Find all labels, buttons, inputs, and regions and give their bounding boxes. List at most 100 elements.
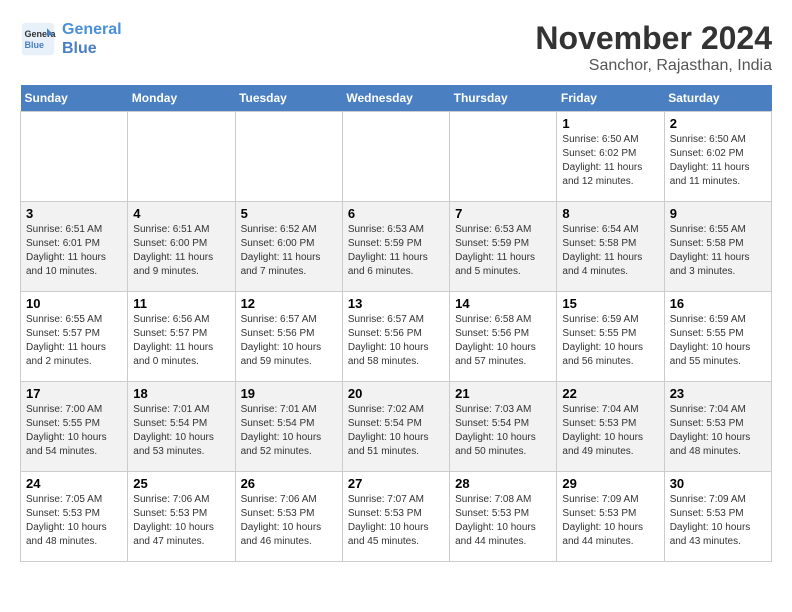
svg-text:Blue: Blue	[25, 40, 45, 50]
weekday-header-saturday: Saturday	[664, 85, 771, 112]
day-number: 30	[670, 476, 766, 491]
logo: General Blue GeneralBlue	[20, 20, 122, 58]
week-row-4: 17 Sunrise: 7:00 AMSunset: 5:55 PMDayligh…	[21, 382, 772, 472]
calendar-table: SundayMondayTuesdayWednesdayThursdayFrid…	[20, 85, 772, 562]
month-title: November 2024	[535, 20, 772, 57]
day-info: Sunrise: 7:09 AMSunset: 5:53 PMDaylight:…	[562, 493, 658, 549]
day-cell: 23 Sunrise: 7:04 AMSunset: 5:53 PMDayligh…	[664, 382, 771, 472]
day-number: 1	[562, 116, 658, 131]
day-number: 27	[348, 476, 444, 491]
day-number: 10	[26, 296, 122, 311]
day-number: 14	[455, 296, 551, 311]
day-number: 23	[670, 386, 766, 401]
day-info: Sunrise: 7:01 AMSunset: 5:54 PMDaylight:…	[241, 403, 337, 459]
day-cell	[128, 112, 235, 202]
weekday-header-thursday: Thursday	[450, 85, 557, 112]
day-cell: 3Sunrise: 6:51 AMSunset: 6:01 PMDaylight…	[21, 202, 128, 292]
day-info: Sunrise: 6:59 AMSunset: 5:55 PMDaylight:…	[670, 313, 766, 369]
page-header: General Blue GeneralBlue November 2024 S…	[20, 20, 772, 75]
day-number: 17	[26, 386, 122, 401]
title-section: November 2024 Sanchor, Rajasthan, India	[535, 20, 772, 75]
day-cell	[235, 112, 342, 202]
day-info: Sunrise: 7:06 AMSunset: 5:53 PMDaylight:…	[133, 493, 229, 549]
day-number: 7	[455, 206, 551, 221]
weekday-header-tuesday: Tuesday	[235, 85, 342, 112]
day-number: 6	[348, 206, 444, 221]
day-info: Sunrise: 6:52 AMSunset: 6:00 PMDaylight:…	[241, 223, 337, 279]
week-row-2: 3Sunrise: 6:51 AMSunset: 6:01 PMDaylight…	[21, 202, 772, 292]
day-cell	[342, 112, 449, 202]
day-info: Sunrise: 6:51 AMSunset: 6:00 PMDaylight:…	[133, 223, 229, 279]
day-info: Sunrise: 6:57 AMSunset: 5:56 PMDaylight:…	[348, 313, 444, 369]
day-info: Sunrise: 7:00 AMSunset: 5:55 PMDaylight:…	[26, 403, 122, 459]
day-cell: 12 Sunrise: 6:57 AMSunset: 5:56 PMDayligh…	[235, 292, 342, 382]
day-cell: 21 Sunrise: 7:03 AMSunset: 5:54 PMDayligh…	[450, 382, 557, 472]
day-number: 25	[133, 476, 229, 491]
day-cell: 7Sunrise: 6:53 AMSunset: 5:59 PMDaylight…	[450, 202, 557, 292]
weekday-header-sunday: Sunday	[21, 85, 128, 112]
day-number: 16	[670, 296, 766, 311]
day-cell: 19 Sunrise: 7:01 AMSunset: 5:54 PMDayligh…	[235, 382, 342, 472]
day-number: 26	[241, 476, 337, 491]
day-cell: 4Sunrise: 6:51 AMSunset: 6:00 PMDaylight…	[128, 202, 235, 292]
day-info: Sunrise: 6:50 AMSunset: 6:02 PMDaylight:…	[670, 133, 766, 189]
day-info: Sunrise: 7:05 AMSunset: 5:53 PMDaylight:…	[26, 493, 122, 549]
location-subtitle: Sanchor, Rajasthan, India	[535, 57, 772, 75]
day-cell: 26 Sunrise: 7:06 AMSunset: 5:53 PMDayligh…	[235, 472, 342, 562]
logo-text: GeneralBlue	[62, 20, 122, 58]
day-number: 20	[348, 386, 444, 401]
week-row-3: 10 Sunrise: 6:55 AMSunset: 5:57 PMDayligh…	[21, 292, 772, 382]
day-number: 9	[670, 206, 766, 221]
day-info: Sunrise: 7:02 AMSunset: 5:54 PMDaylight:…	[348, 403, 444, 459]
day-info: Sunrise: 6:58 AMSunset: 5:56 PMDaylight:…	[455, 313, 551, 369]
day-cell: 22Sunrise: 7:04 AMSunset: 5:53 PMDayligh…	[557, 382, 664, 472]
day-cell: 17 Sunrise: 7:00 AMSunset: 5:55 PMDayligh…	[21, 382, 128, 472]
logo-icon: General Blue	[20, 21, 56, 57]
day-info: Sunrise: 7:07 AMSunset: 5:53 PMDaylight:…	[348, 493, 444, 549]
day-cell: 11Sunrise: 6:56 AMSunset: 5:57 PMDayligh…	[128, 292, 235, 382]
day-number: 22	[562, 386, 658, 401]
day-info: Sunrise: 7:03 AMSunset: 5:54 PMDaylight:…	[455, 403, 551, 459]
day-info: Sunrise: 6:55 AMSunset: 5:58 PMDaylight:…	[670, 223, 766, 279]
day-cell: 10 Sunrise: 6:55 AMSunset: 5:57 PMDayligh…	[21, 292, 128, 382]
day-number: 13	[348, 296, 444, 311]
week-row-1: 1 Sunrise: 6:50 AMSunset: 6:02 PMDaylight…	[21, 112, 772, 202]
day-info: Sunrise: 7:04 AMSunset: 5:53 PMDaylight:…	[670, 403, 766, 459]
day-number: 12	[241, 296, 337, 311]
day-number: 2	[670, 116, 766, 131]
day-info: Sunrise: 6:50 AMSunset: 6:02 PMDaylight:…	[562, 133, 658, 189]
day-number: 15	[562, 296, 658, 311]
day-info: Sunrise: 6:57 AMSunset: 5:56 PMDaylight:…	[241, 313, 337, 369]
day-cell: 20 Sunrise: 7:02 AMSunset: 5:54 PMDayligh…	[342, 382, 449, 472]
weekday-header-monday: Monday	[128, 85, 235, 112]
day-info: Sunrise: 7:06 AMSunset: 5:53 PMDaylight:…	[241, 493, 337, 549]
day-info: Sunrise: 6:56 AMSunset: 5:57 PMDaylight:…	[133, 313, 229, 369]
day-number: 19	[241, 386, 337, 401]
day-cell: 8 Sunrise: 6:54 AMSunset: 5:58 PMDaylight…	[557, 202, 664, 292]
day-cell	[450, 112, 557, 202]
day-info: Sunrise: 6:55 AMSunset: 5:57 PMDaylight:…	[26, 313, 122, 369]
day-info: Sunrise: 6:54 AMSunset: 5:58 PMDaylight:…	[562, 223, 658, 279]
day-cell: 27 Sunrise: 7:07 AMSunset: 5:53 PMDayligh…	[342, 472, 449, 562]
day-cell: 13 Sunrise: 6:57 AMSunset: 5:56 PMDayligh…	[342, 292, 449, 382]
day-cell: 24Sunrise: 7:05 AMSunset: 5:53 PMDayligh…	[21, 472, 128, 562]
day-number: 21	[455, 386, 551, 401]
day-cell: 14 Sunrise: 6:58 AMSunset: 5:56 PMDayligh…	[450, 292, 557, 382]
week-row-5: 24Sunrise: 7:05 AMSunset: 5:53 PMDayligh…	[21, 472, 772, 562]
day-number: 3	[26, 206, 122, 221]
day-cell: 9 Sunrise: 6:55 AMSunset: 5:58 PMDaylight…	[664, 202, 771, 292]
day-number: 5	[241, 206, 337, 221]
day-info: Sunrise: 7:01 AMSunset: 5:54 PMDaylight:…	[133, 403, 229, 459]
day-cell: 16 Sunrise: 6:59 AMSunset: 5:55 PMDayligh…	[664, 292, 771, 382]
day-cell: 1 Sunrise: 6:50 AMSunset: 6:02 PMDaylight…	[557, 112, 664, 202]
day-cell: 28Sunrise: 7:08 AMSunset: 5:53 PMDayligh…	[450, 472, 557, 562]
day-info: Sunrise: 6:53 AMSunset: 5:59 PMDaylight:…	[348, 223, 444, 279]
day-cell	[21, 112, 128, 202]
weekday-header-friday: Friday	[557, 85, 664, 112]
day-cell: 29Sunrise: 7:09 AMSunset: 5:53 PMDayligh…	[557, 472, 664, 562]
day-number: 18	[133, 386, 229, 401]
day-number: 8	[562, 206, 658, 221]
weekday-header-wednesday: Wednesday	[342, 85, 449, 112]
day-info: Sunrise: 7:08 AMSunset: 5:53 PMDaylight:…	[455, 493, 551, 549]
day-cell: 25 Sunrise: 7:06 AMSunset: 5:53 PMDayligh…	[128, 472, 235, 562]
